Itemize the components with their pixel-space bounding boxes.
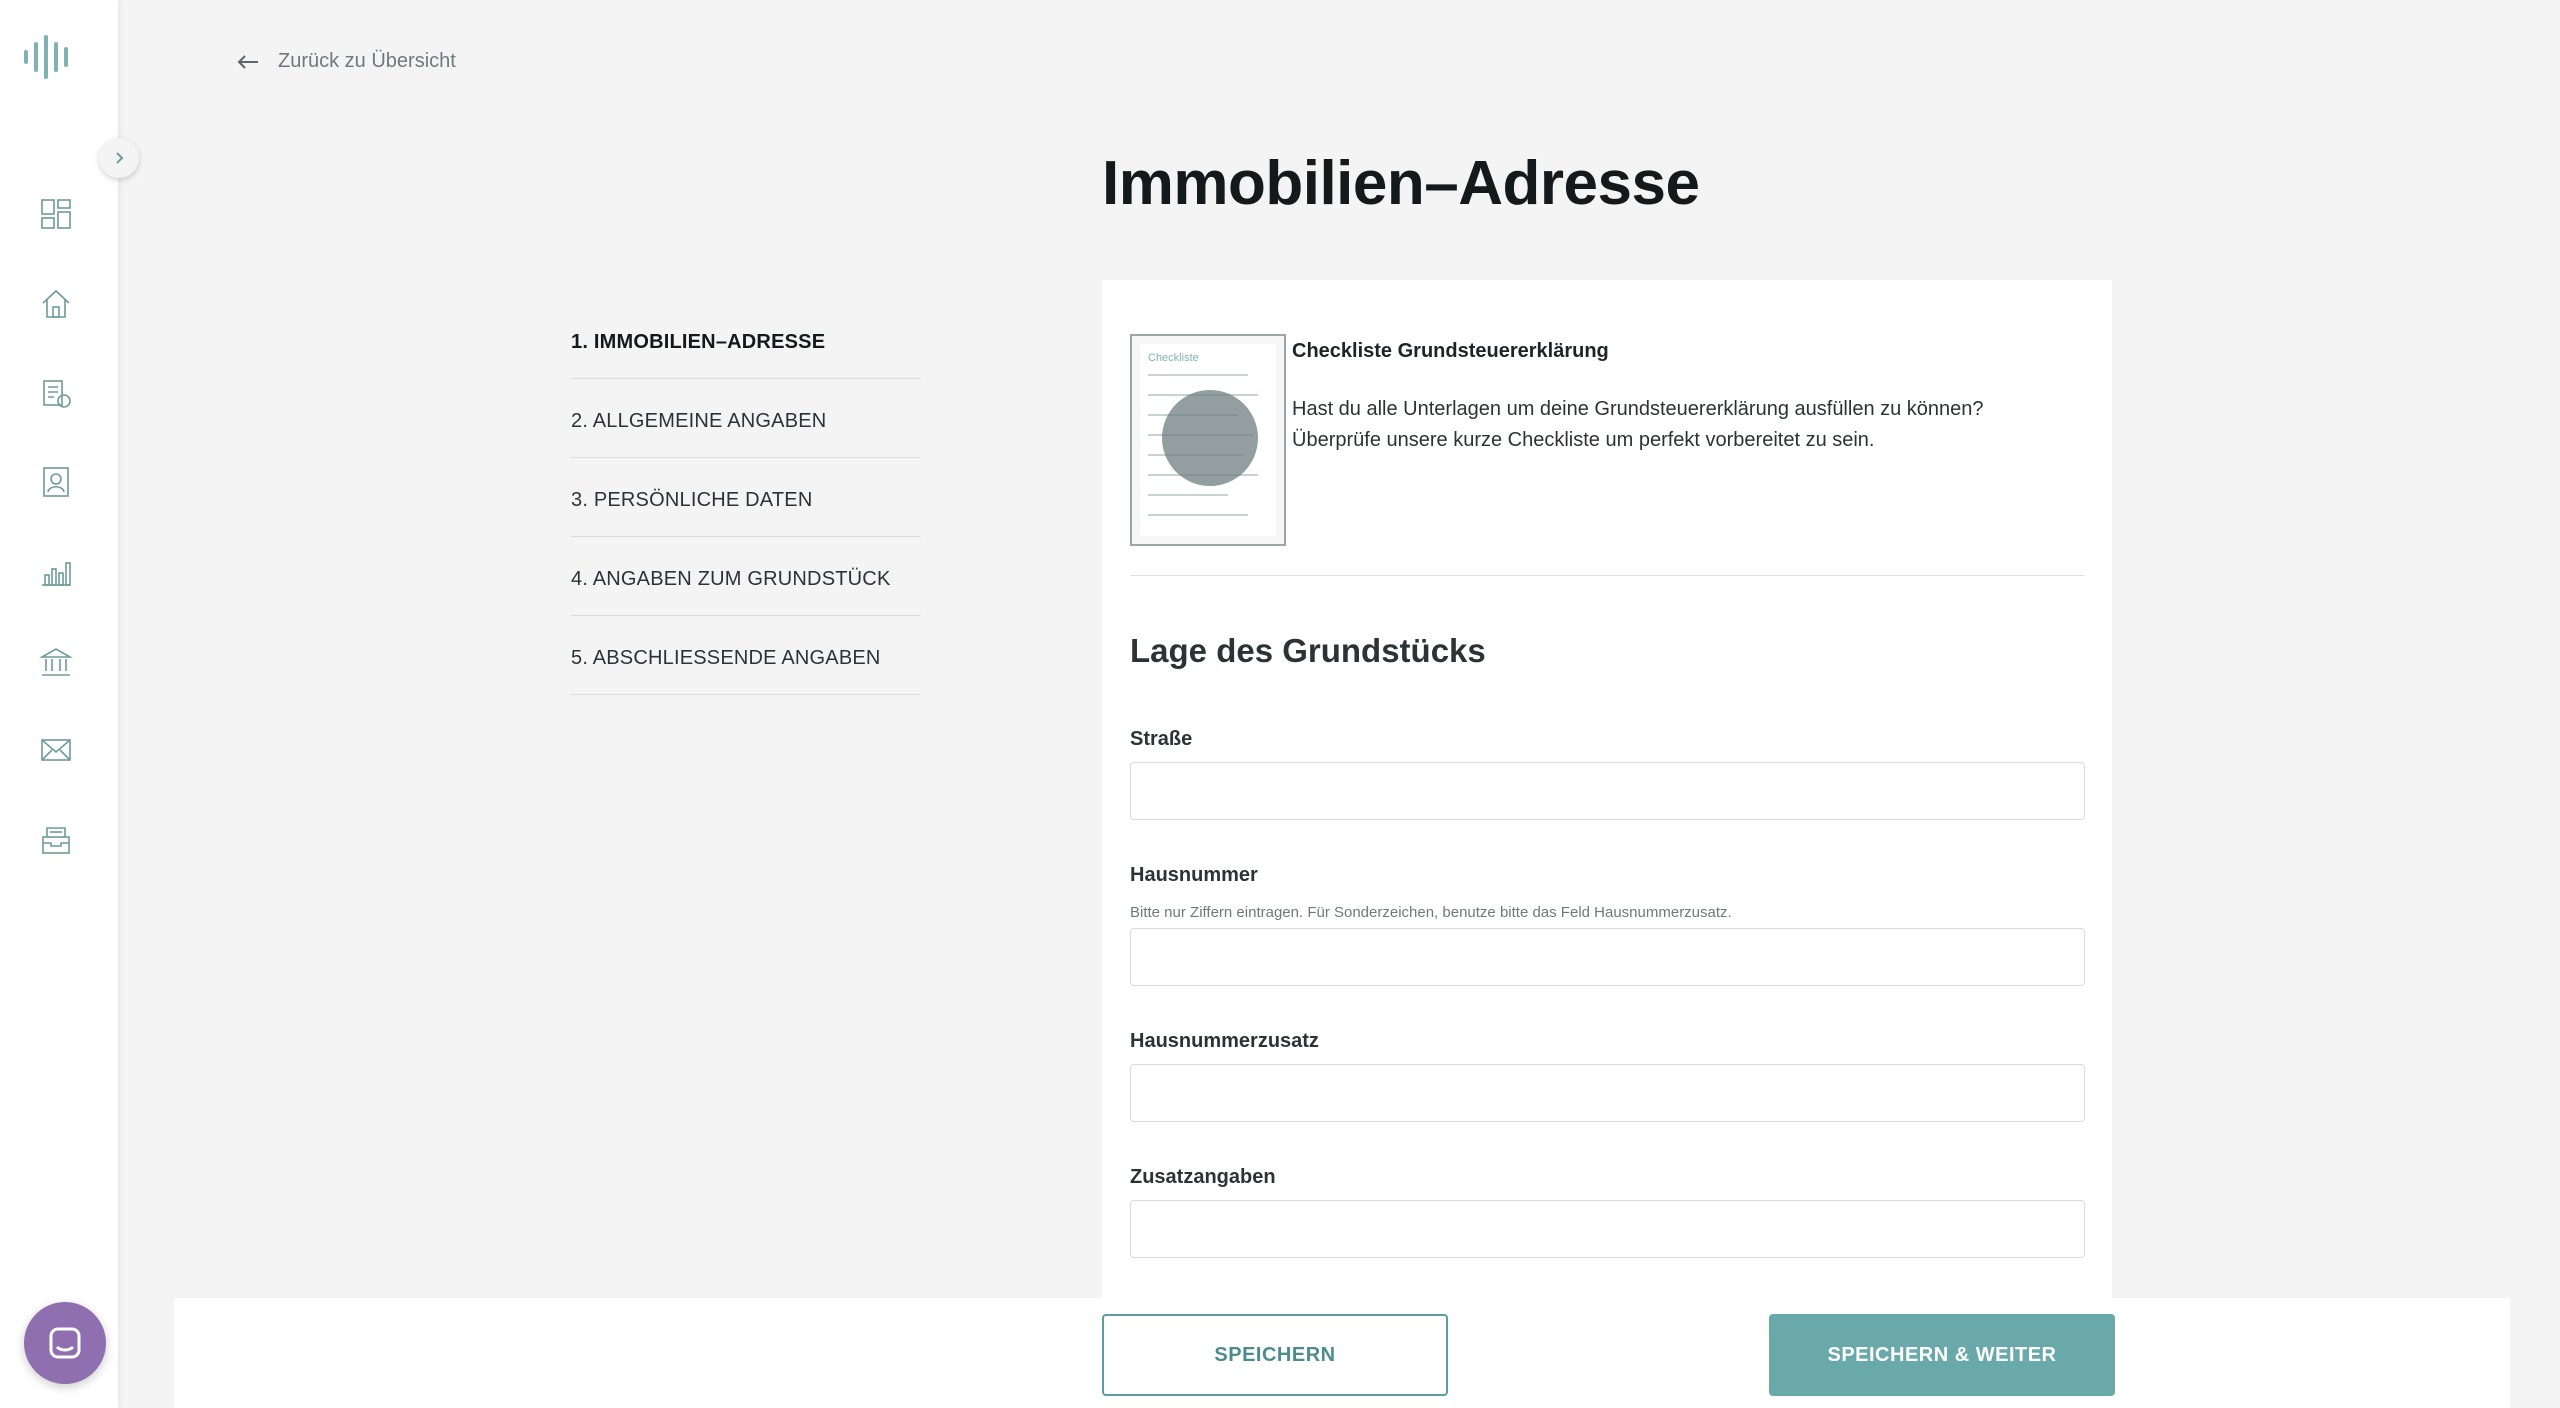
section-title: Lage des Grundstücks xyxy=(1130,632,1486,669)
save-button[interactable]: SPEICHERN xyxy=(1102,1314,1448,1396)
strasse-label: Straße xyxy=(1130,728,1193,750)
home-icon[interactable] xyxy=(38,286,74,322)
form-card: Checkliste Checkliste Grundsteuererkläru… xyxy=(1102,280,2112,1408)
archive-icon[interactable] xyxy=(38,822,74,858)
chevron-right-icon xyxy=(116,152,124,164)
hausnummer-hint: Bitte nur Ziffern eintragen. Für Sonderz… xyxy=(1130,904,1732,921)
chat-icon xyxy=(49,1327,81,1359)
dashboard-icon[interactable] xyxy=(38,196,74,232)
logo[interactable] xyxy=(24,34,72,80)
checklist-text: Hast du alle Unterlagen um deine Grundst… xyxy=(1292,398,1984,451)
checklist-title: Checkliste Grundsteuererklärung xyxy=(1292,340,1609,362)
checklist-banner: Checkliste Checkliste Grundsteuererkläru… xyxy=(1130,334,2084,576)
zusatzangaben-input[interactable] xyxy=(1130,1200,2085,1258)
tax-document-icon[interactable] xyxy=(38,376,74,412)
step-abschliessende-angaben[interactable]: 5. ABSCHLIESSENDE ANGABEN xyxy=(571,616,921,695)
step-navigation: 1. IMMOBILIEN–ADRESSE 2. ALLGEMEINE ANGA… xyxy=(571,300,921,695)
thumbnail-title: Checkliste xyxy=(1148,352,1199,364)
hausnummer-input[interactable] xyxy=(1130,928,2085,986)
hausnummerzusatz-label: Hausnummerzusatz xyxy=(1130,1030,1319,1052)
back-link-label: Zurück zu Übersicht xyxy=(278,50,456,72)
sidebar xyxy=(0,0,118,1408)
step-persoenliche-daten[interactable]: 3. PERSÖNLICHE DATEN xyxy=(571,458,921,537)
zusatzangaben-label: Zusatzangaben xyxy=(1130,1166,1276,1188)
sidebar-expand-button[interactable] xyxy=(99,138,139,178)
bar-chart-icon[interactable] xyxy=(38,554,74,590)
arrow-left-icon xyxy=(237,54,258,69)
checklist-thumbnail[interactable]: Checkliste xyxy=(1130,334,1286,546)
mail-icon[interactable] xyxy=(38,732,74,768)
strasse-input[interactable] xyxy=(1130,762,2085,820)
page-title: Immobilien–Adresse xyxy=(1102,149,1700,218)
back-link[interactable]: Zurück zu Übersicht xyxy=(236,50,456,73)
hausnummerzusatz-input[interactable] xyxy=(1130,1064,2085,1122)
footer-action-bar: SPEICHERN SPEICHERN & WEITER xyxy=(174,1298,2510,1408)
step-immobilien-adresse[interactable]: 1. IMMOBILIEN–ADRESSE xyxy=(571,300,921,379)
contact-card-icon[interactable] xyxy=(38,464,74,500)
save-and-continue-button[interactable]: SPEICHERN & WEITER xyxy=(1769,1314,2115,1396)
step-angaben-grundstueck[interactable]: 4. ANGABEN ZUM GRUNDSTÜCK xyxy=(571,537,921,616)
bank-icon[interactable] xyxy=(38,644,74,680)
chat-button[interactable] xyxy=(24,1302,106,1384)
play-overlay-icon xyxy=(1162,390,1258,486)
step-allgemeine-angaben[interactable]: 2. ALLGEMEINE ANGABEN xyxy=(571,379,921,458)
hausnummer-label: Hausnummer xyxy=(1130,864,1258,886)
